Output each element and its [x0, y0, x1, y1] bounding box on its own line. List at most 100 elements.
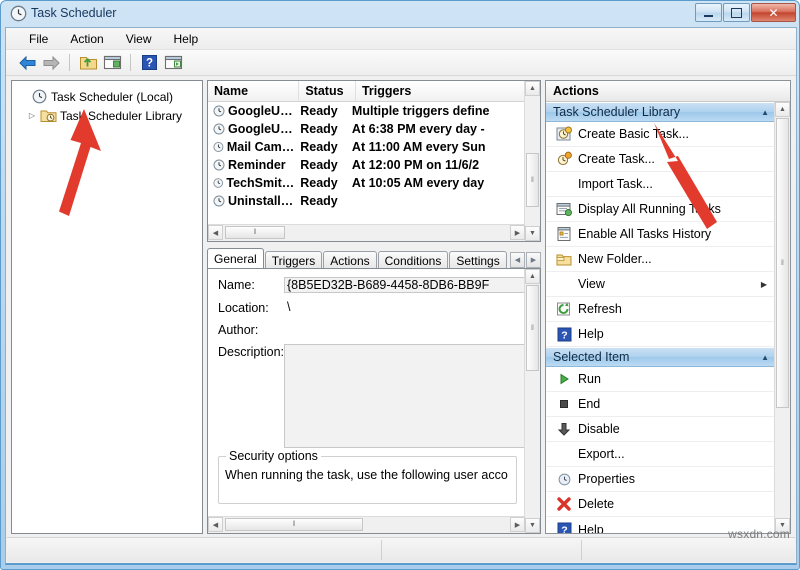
task-list-vertical-scrollbar[interactable]: ▲ ‖ ▼	[524, 81, 540, 241]
scroll-left-arrow-icon[interactable]: ◀	[208, 517, 223, 532]
scroll-up-arrow-icon[interactable]: ▲	[525, 81, 540, 96]
scroll-thumb[interactable]: ‖	[526, 153, 539, 207]
table-row[interactable]: Reminder Ready At 12:00 PM on 11/6/2	[208, 156, 525, 174]
location-field-row: Location: \	[218, 300, 525, 315]
scroll-right-arrow-icon[interactable]: ▶	[510, 225, 525, 240]
table-row[interactable]: GoogleU… Ready At 6:38 PM every day -	[208, 120, 525, 138]
actions-group-selected-item-header[interactable]: Selected Item ▲	[546, 347, 775, 367]
tab-scroll-right-icon[interactable]: ▶	[526, 252, 541, 268]
task-name-cell: GoogleU…	[208, 104, 294, 118]
forward-button[interactable]	[40, 52, 62, 74]
task-triggers-cell: At 10:05 AM every day	[351, 176, 485, 190]
action-create-task[interactable]: Create Task...	[546, 147, 775, 172]
scroll-up-arrow-icon[interactable]: ▲	[525, 269, 540, 284]
stop-square-icon	[552, 395, 576, 413]
action-label: Delete	[578, 497, 615, 511]
table-row[interactable]: TechSmit… Ready At 10:05 AM every day	[208, 174, 525, 192]
action-label: Help	[578, 522, 604, 534]
description-field[interactable]	[284, 344, 525, 448]
chevron-right-icon[interactable]: ▷	[25, 111, 39, 120]
chevron-up-icon[interactable]: ▲	[761, 108, 769, 117]
task-name-text: GoogleU…	[228, 104, 293, 118]
action-view[interactable]: View ▶	[546, 272, 775, 297]
action-import-task[interactable]: Import Task...	[546, 172, 775, 197]
action-display-all-running-tasks[interactable]: Display All Running Tasks	[546, 197, 775, 222]
actions-vertical-scrollbar[interactable]: ▲ ‖ ▼	[774, 102, 790, 533]
help-button[interactable]: ?	[138, 52, 160, 74]
minimize-button[interactable]	[695, 3, 722, 22]
tab-scroll-left-icon[interactable]: ◀	[510, 252, 525, 268]
scroll-thumb[interactable]: ‖	[225, 226, 285, 239]
scroll-down-arrow-icon[interactable]: ▼	[525, 518, 540, 533]
task-list-rows: GoogleU… Ready Multiple triggers define	[208, 102, 525, 224]
column-header-triggers[interactable]: Triggers	[356, 81, 525, 101]
action-label: End	[578, 397, 601, 411]
scroll-right-arrow-icon[interactable]: ▶	[510, 517, 525, 532]
menu-help[interactable]: Help	[163, 30, 210, 48]
menu-view[interactable]: View	[115, 30, 163, 48]
status-divider-2	[581, 540, 582, 560]
column-header-status[interactable]: Status	[299, 81, 356, 101]
create-task-icon	[552, 150, 576, 168]
description-field-label: Description:	[218, 345, 284, 359]
action-create-basic-task[interactable]: Create Basic Task...	[546, 122, 775, 147]
action-refresh[interactable]: Refresh	[546, 297, 775, 322]
task-list-horizontal-scrollbar[interactable]: ◀ ‖ ▶	[208, 224, 525, 241]
table-row[interactable]: GoogleU… Ready Multiple triggers define	[208, 102, 525, 120]
up-folder-button[interactable]	[77, 52, 99, 74]
close-button[interactable]: ✕	[751, 3, 796, 22]
task-name-text: Reminder	[228, 158, 286, 172]
action-properties[interactable]: Properties	[546, 467, 775, 492]
menu-action[interactable]: Action	[59, 30, 114, 48]
scroll-thumb[interactable]: ‖	[776, 118, 789, 408]
task-triggers-cell: Multiple triggers define	[351, 104, 490, 118]
table-row[interactable]: Mail Cam… Ready At 11:00 AM every Sun	[208, 138, 525, 156]
maximize-icon	[724, 4, 749, 21]
task-name-text: GoogleU…	[228, 122, 293, 136]
tab-settings[interactable]: Settings	[449, 251, 507, 269]
properties-pane-icon	[103, 55, 121, 70]
scroll-up-arrow-icon[interactable]: ▲	[775, 102, 790, 117]
tab-actions[interactable]: Actions	[323, 251, 377, 269]
table-row[interactable]: Uninstall… Ready	[208, 192, 525, 210]
task-scheduler-window: Task Scheduler ✕ File Action View Help ?…	[0, 0, 800, 570]
action-delete[interactable]: Delete	[546, 492, 775, 517]
menu-file[interactable]: File	[18, 30, 59, 48]
scroll-down-arrow-icon[interactable]: ▼	[525, 226, 540, 241]
action-new-folder[interactable]: New Folder...	[546, 247, 775, 272]
chevron-up-icon[interactable]: ▲	[761, 353, 769, 362]
action-label: Disable	[578, 422, 620, 436]
name-field[interactable]: {8B5ED32B-B689-4458-8DB6-BB9F	[284, 277, 525, 293]
middle-pane: Name Status Triggers GoogleU… Ready Mult…	[207, 80, 541, 534]
action-label: Export...	[578, 447, 625, 461]
name-field-row: Name: {8B5ED32B-B689-4458-8DB6-BB9F	[218, 277, 525, 293]
action-disable[interactable]: Disable	[546, 417, 775, 442]
tree-node-task-scheduler-local[interactable]: Task Scheduler (Local)	[16, 87, 202, 106]
scroll-left-arrow-icon[interactable]: ◀	[208, 225, 223, 240]
clock-icon	[213, 123, 225, 135]
column-header-name[interactable]: Name	[208, 81, 300, 101]
general-form: Name: {8B5ED32B-B689-4458-8DB6-BB9F Loca…	[208, 269, 525, 516]
action-export[interactable]: Export...	[546, 442, 775, 467]
tree-node-task-scheduler-library[interactable]: ▷ Task Scheduler Library	[16, 106, 202, 125]
close-icon: ✕	[768, 5, 779, 20]
action-end[interactable]: End	[546, 392, 775, 417]
action-enable-all-tasks-history[interactable]: Enable All Tasks History	[546, 222, 775, 247]
scroll-thumb[interactable]: ‖	[526, 285, 539, 371]
back-button[interactable]	[16, 52, 38, 74]
tab-triggers[interactable]: Triggers	[264, 251, 323, 269]
maximize-button[interactable]	[723, 3, 750, 22]
details-horizontal-scrollbar[interactable]: ◀ ‖ ▶	[208, 516, 525, 533]
task-triggers-cell: At 12:00 PM on 11/6/2	[351, 158, 480, 172]
show-action-pane-button[interactable]	[162, 52, 184, 74]
scroll-thumb[interactable]: ‖	[225, 518, 363, 531]
details-vertical-scrollbar[interactable]: ▲ ‖ ▼	[524, 269, 540, 533]
tab-conditions[interactable]: Conditions	[377, 251, 449, 269]
properties-button[interactable]	[101, 52, 123, 74]
task-status-cell: Ready	[300, 122, 338, 136]
tab-general[interactable]: General	[207, 248, 264, 269]
actions-group-library-header[interactable]: Task Scheduler Library ▲	[546, 102, 775, 122]
action-help-library[interactable]: ? Help	[546, 322, 775, 347]
action-run[interactable]: Run	[546, 367, 775, 392]
actions-pane: Actions Task Scheduler Library ▲ Create …	[545, 80, 791, 534]
